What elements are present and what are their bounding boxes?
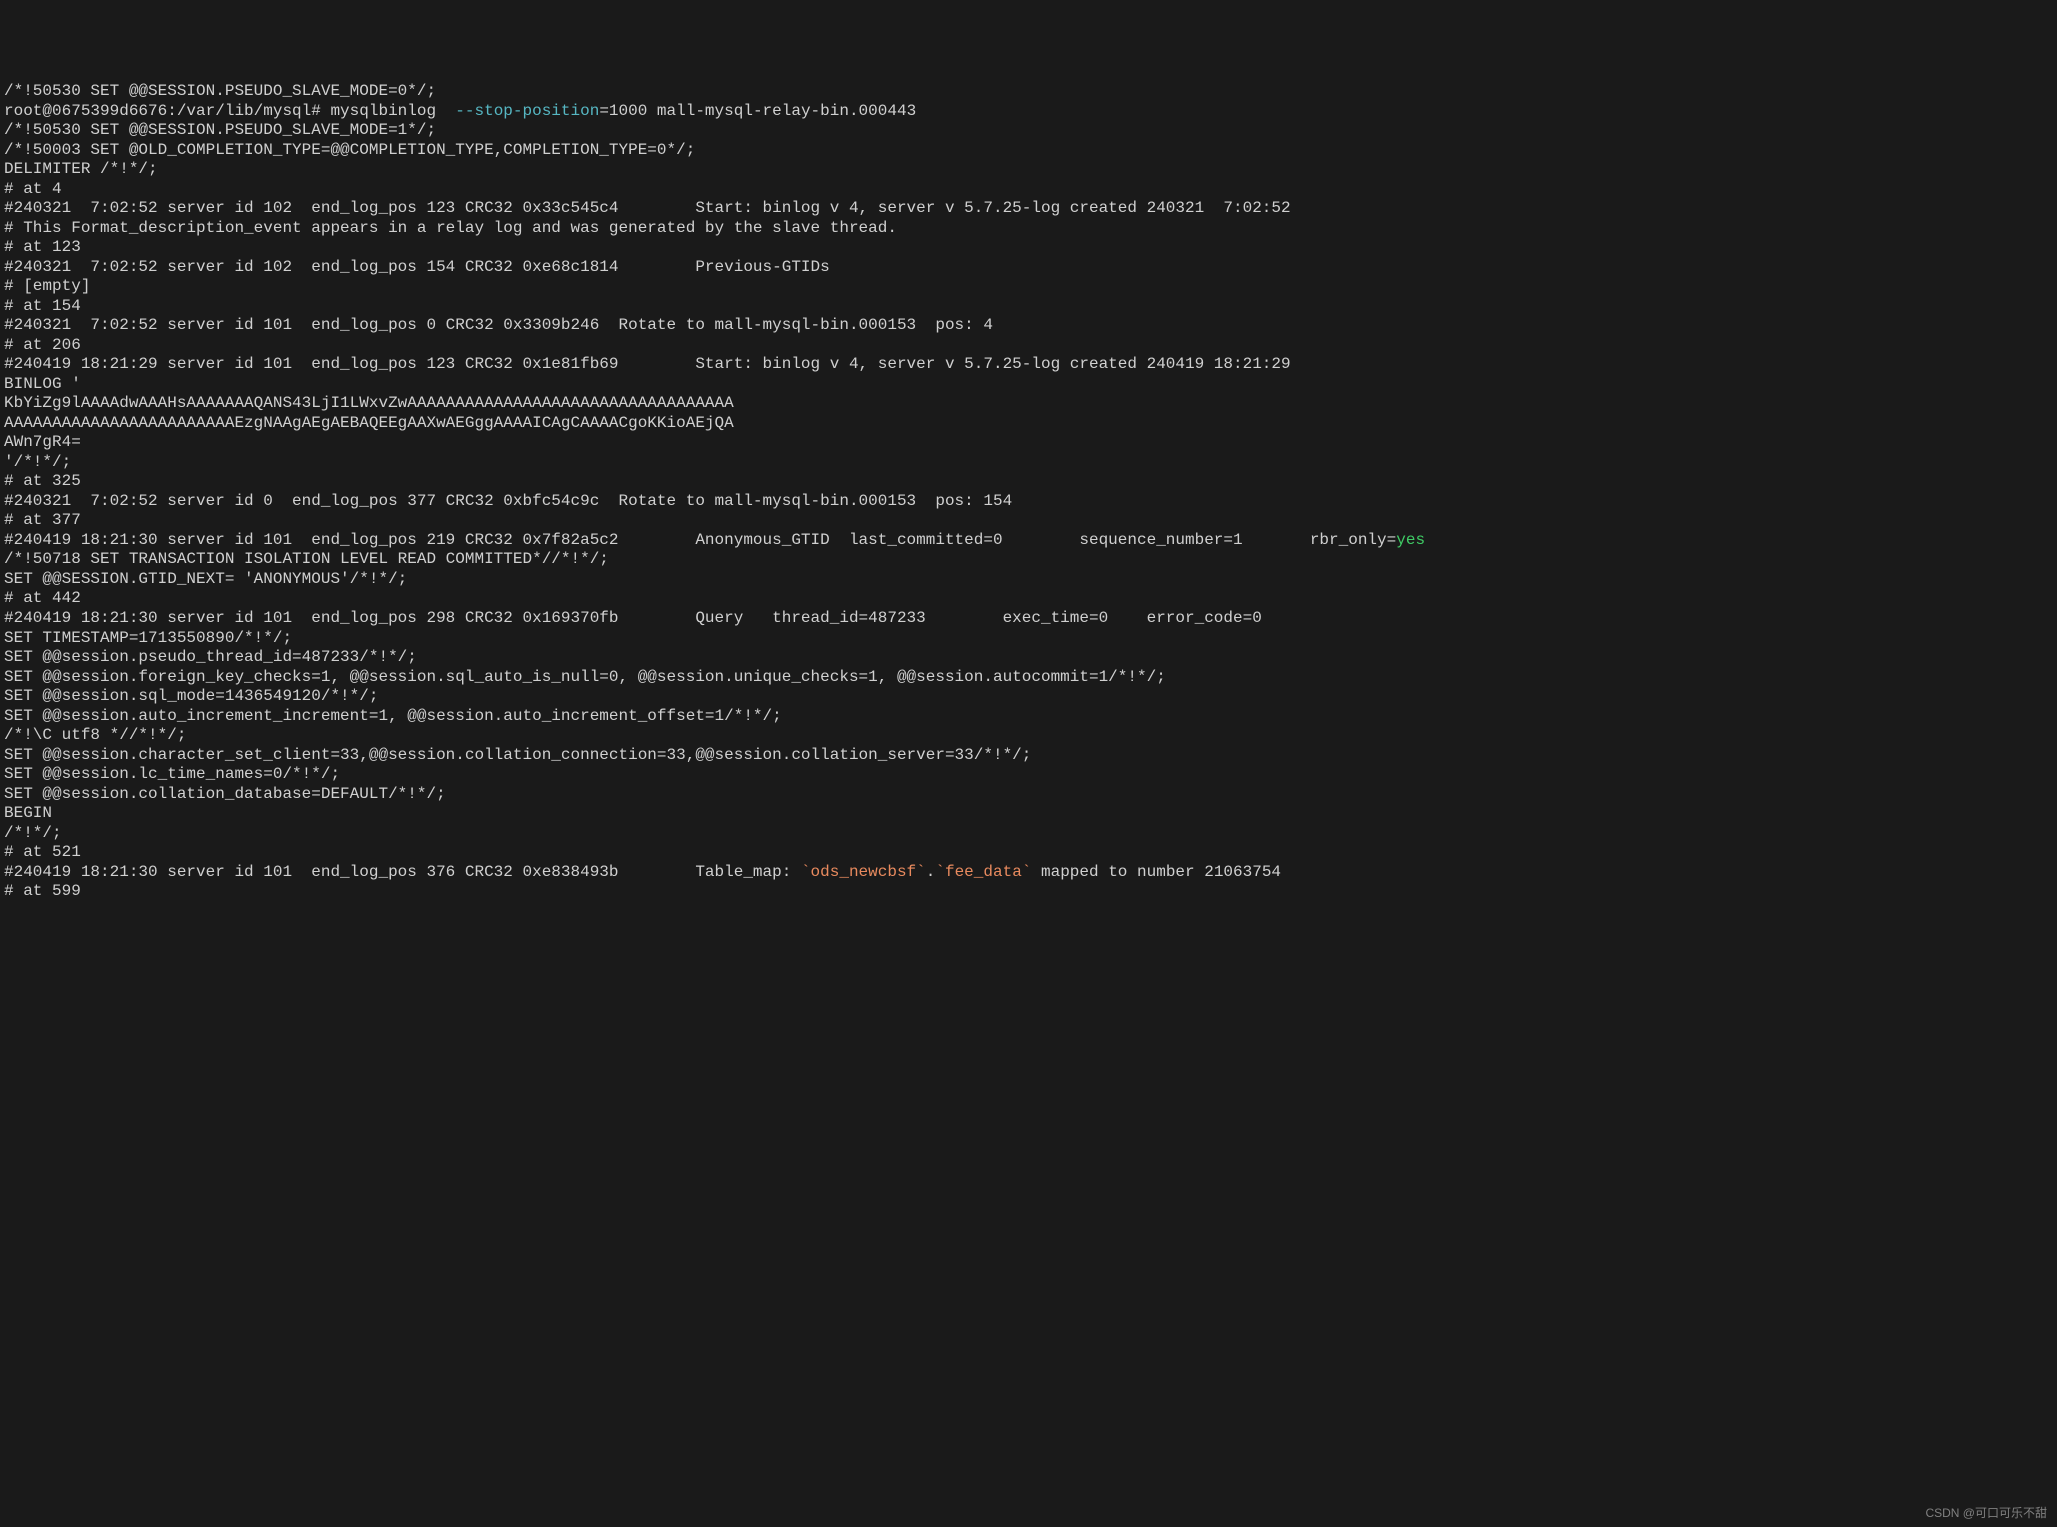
terminal-text: # at 206 [4, 336, 81, 354]
terminal-text: # at 325 [4, 472, 81, 490]
terminal-line: #240419 18:21:30 server id 101 end_log_p… [4, 531, 2053, 551]
terminal-text: SET TIMESTAMP=1713550890/*!*/; [4, 629, 292, 647]
terminal-text: `ods_newcbsf` [801, 863, 926, 881]
terminal-line: '/*!*/; [4, 453, 2053, 473]
terminal-line: SET @@session.auto_increment_increment=1… [4, 707, 2053, 727]
terminal-text: # at 123 [4, 238, 81, 256]
terminal-line: /*!50718 SET TRANSACTION ISOLATION LEVEL… [4, 550, 2053, 570]
terminal-text: AWn7gR4= [4, 433, 81, 451]
terminal-text: KbYiZg9lAAAAdwAAAHsAAAAAAAQANS43LjI1LWxv… [4, 394, 734, 412]
terminal-line: #240321 7:02:52 server id 102 end_log_po… [4, 199, 2053, 219]
terminal-line: # at 599 [4, 882, 2053, 902]
terminal-line: /*!*/; [4, 824, 2053, 844]
terminal-line: # at 206 [4, 336, 2053, 356]
terminal-line: SET @@session.foreign_key_checks=1, @@se… [4, 668, 2053, 688]
terminal-line: AAAAAAAAAAAAAAAAAAAAAAAAEzgNAAgAEgAEBAQE… [4, 414, 2053, 434]
terminal-text: SET @@SESSION.GTID_NEXT= 'ANONYMOUS'/*!*… [4, 570, 407, 588]
terminal-line: SET @@session.pseudo_thread_id=487233/*!… [4, 648, 2053, 668]
terminal-text: `fee_data` [935, 863, 1031, 881]
terminal-line: SET @@SESSION.GTID_NEXT= 'ANONYMOUS'/*!*… [4, 570, 2053, 590]
terminal-text: # at 599 [4, 882, 81, 900]
terminal-line: #240419 18:21:30 server id 101 end_log_p… [4, 863, 2053, 883]
terminal-text: #240419 18:21:29 server id 101 end_log_p… [4, 355, 1291, 373]
terminal-text: #240419 18:21:30 server id 101 end_log_p… [4, 531, 1396, 549]
terminal-text: #240419 18:21:30 server id 101 end_log_p… [4, 863, 801, 881]
terminal-text: /*!50003 SET @OLD_COMPLETION_TYPE=@@COMP… [4, 141, 695, 159]
terminal-text: yes [1396, 531, 1425, 549]
terminal-line: SET @@session.lc_time_names=0/*!*/; [4, 765, 2053, 785]
terminal-text: SET @@session.collation_database=DEFAULT… [4, 785, 446, 803]
terminal-line: /*!50530 SET @@SESSION.PSEUDO_SLAVE_MODE… [4, 121, 2053, 141]
terminal-text: AAAAAAAAAAAAAAAAAAAAAAAAEzgNAAgAEgAEBAQE… [4, 414, 734, 432]
terminal-line: # at 442 [4, 589, 2053, 609]
terminal-line: #240321 7:02:52 server id 101 end_log_po… [4, 316, 2053, 336]
terminal-line: #240419 18:21:29 server id 101 end_log_p… [4, 355, 2053, 375]
terminal-text: # at 521 [4, 843, 81, 861]
terminal-text: SET @@session.sql_mode=1436549120/*!*/; [4, 687, 378, 705]
terminal-line: # at 123 [4, 238, 2053, 258]
terminal-text: root@0675399d6676:/var/lib/mysql# mysqlb… [4, 102, 455, 120]
terminal-line: root@0675399d6676:/var/lib/mysql# mysqlb… [4, 102, 2053, 122]
terminal-text: # at 154 [4, 297, 81, 315]
terminal-line: SET TIMESTAMP=1713550890/*!*/; [4, 629, 2053, 649]
terminal-text: --stop-position [455, 102, 599, 120]
terminal-text: #240321 7:02:52 server id 102 end_log_po… [4, 199, 1291, 217]
terminal-text: =1000 mall-mysql-relay-bin.000443 [599, 102, 916, 120]
terminal-text: /*!50530 SET @@SESSION.PSEUDO_SLAVE_MODE… [4, 82, 436, 100]
terminal-text: /*!\C utf8 *//*!*/; [4, 726, 186, 744]
terminal-text: BEGIN [4, 804, 52, 822]
terminal-line: # at 325 [4, 472, 2053, 492]
terminal-text: SET @@session.lc_time_names=0/*!*/; [4, 765, 340, 783]
watermark-label: CSDN @可口可乐不甜 [1925, 1506, 2047, 1521]
terminal-line: SET @@session.sql_mode=1436549120/*!*/; [4, 687, 2053, 707]
terminal-line: # at 154 [4, 297, 2053, 317]
terminal-text: SET @@session.pseudo_thread_id=487233/*!… [4, 648, 417, 666]
terminal-line: # at 4 [4, 180, 2053, 200]
terminal-text: /*!50718 SET TRANSACTION ISOLATION LEVEL… [4, 550, 609, 568]
terminal-line: #240321 7:02:52 server id 0 end_log_pos … [4, 492, 2053, 512]
terminal-line: DELIMITER /*!*/; [4, 160, 2053, 180]
terminal-text: # at 377 [4, 511, 81, 529]
terminal-line: /*!50003 SET @OLD_COMPLETION_TYPE=@@COMP… [4, 141, 2053, 161]
terminal-line: /*!\C utf8 *//*!*/; [4, 726, 2053, 746]
terminal-text: . [926, 863, 936, 881]
terminal-line: #240419 18:21:30 server id 101 end_log_p… [4, 609, 2053, 629]
terminal-output[interactable]: /*!50530 SET @@SESSION.PSEUDO_SLAVE_MODE… [4, 82, 2053, 902]
terminal-text: # at 4 [4, 180, 62, 198]
terminal-line: SET @@session.collation_database=DEFAULT… [4, 785, 2053, 805]
terminal-text: SET @@session.auto_increment_increment=1… [4, 707, 782, 725]
terminal-text: # at 442 [4, 589, 81, 607]
terminal-line: # at 377 [4, 511, 2053, 531]
terminal-text: # [empty] [4, 277, 90, 295]
terminal-text: DELIMITER /*!*/; [4, 160, 158, 178]
terminal-text: /*!*/; [4, 824, 62, 842]
terminal-text: mapped to number 21063754 [1031, 863, 1281, 881]
terminal-line: /*!50530 SET @@SESSION.PSEUDO_SLAVE_MODE… [4, 82, 2053, 102]
terminal-line: KbYiZg9lAAAAdwAAAHsAAAAAAAQANS43LjI1LWxv… [4, 394, 2053, 414]
terminal-line: # This Format_description_event appears … [4, 219, 2053, 239]
terminal-text: SET @@session.character_set_client=33,@@… [4, 746, 1031, 764]
terminal-line: BINLOG ' [4, 375, 2053, 395]
terminal-text: '/*!*/; [4, 453, 71, 471]
terminal-text: /*!50530 SET @@SESSION.PSEUDO_SLAVE_MODE… [4, 121, 436, 139]
terminal-text: SET @@session.foreign_key_checks=1, @@se… [4, 668, 1166, 686]
terminal-text: #240321 7:02:52 server id 0 end_log_pos … [4, 492, 1012, 510]
terminal-line: # at 521 [4, 843, 2053, 863]
terminal-text: #240321 7:02:52 server id 101 end_log_po… [4, 316, 993, 334]
terminal-text: BINLOG ' [4, 375, 81, 393]
terminal-line: # [empty] [4, 277, 2053, 297]
terminal-line: BEGIN [4, 804, 2053, 824]
terminal-line: SET @@session.character_set_client=33,@@… [4, 746, 2053, 766]
terminal-text: #240321 7:02:52 server id 102 end_log_po… [4, 258, 830, 276]
terminal-line: #240321 7:02:52 server id 102 end_log_po… [4, 258, 2053, 278]
terminal-line: AWn7gR4= [4, 433, 2053, 453]
terminal-text: # This Format_description_event appears … [4, 219, 897, 237]
terminal-text: #240419 18:21:30 server id 101 end_log_p… [4, 609, 1262, 627]
